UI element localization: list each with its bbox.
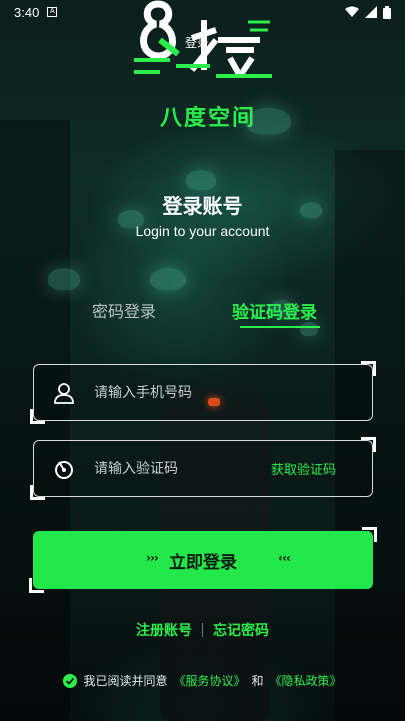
privacy-policy-link[interactable]: 《隐私政策》 [270, 672, 342, 689]
code-input[interactable] [94, 460, 254, 477]
agreement-prefix: 我已阅读并同意 [83, 674, 168, 688]
login-button[interactable]: ››› 立即登录 ‹‹‹ [29, 527, 377, 593]
phone-input[interactable] [94, 384, 254, 401]
brand-name: 八度空间 [159, 106, 256, 131]
logo-caption: 登录 [185, 36, 210, 50]
get-code-button[interactable]: 获取验证码 [271, 459, 336, 478]
active-tab-indicator [240, 326, 320, 328]
code-field[interactable]: 获取验证码 [30, 437, 376, 500]
link-divider [202, 623, 203, 637]
battery-icon [383, 5, 391, 19]
agreement-row: 我已阅读并同意 《服务协议》 和 《隐私政策》 [0, 672, 405, 689]
service-agreement-link[interactable]: 《服务协议》 [173, 672, 245, 689]
notification-icon: A [47, 7, 58, 17]
wifi-icon [345, 6, 359, 17]
tab-code-login[interactable]: 验证码登录 [232, 298, 317, 323]
arrows-left-icon: ‹‹‹ [278, 551, 291, 565]
auth-links: 注册账号 忘记密码 [0, 620, 405, 640]
login-button-label: 立即登录 [169, 552, 237, 573]
arrows-right-icon: ››› [146, 551, 159, 565]
agreement-and: 和 [251, 674, 264, 688]
page-title: 登录账号 [162, 194, 243, 218]
user-icon [52, 381, 76, 405]
register-link[interactable]: 注册账号 [136, 620, 192, 640]
verify-code-icon [52, 457, 76, 481]
agreement-checkbox[interactable] [63, 673, 78, 688]
phone-field[interactable] [30, 361, 376, 424]
check-icon [66, 677, 75, 685]
tab-password-login[interactable]: 密码登录 [92, 298, 156, 322]
forgot-password-link[interactable]: 忘记密码 [213, 620, 269, 640]
page-subtitle: Login to your account [135, 223, 270, 239]
signal-icon [365, 6, 377, 18]
status-time: 3:40 [14, 4, 40, 20]
